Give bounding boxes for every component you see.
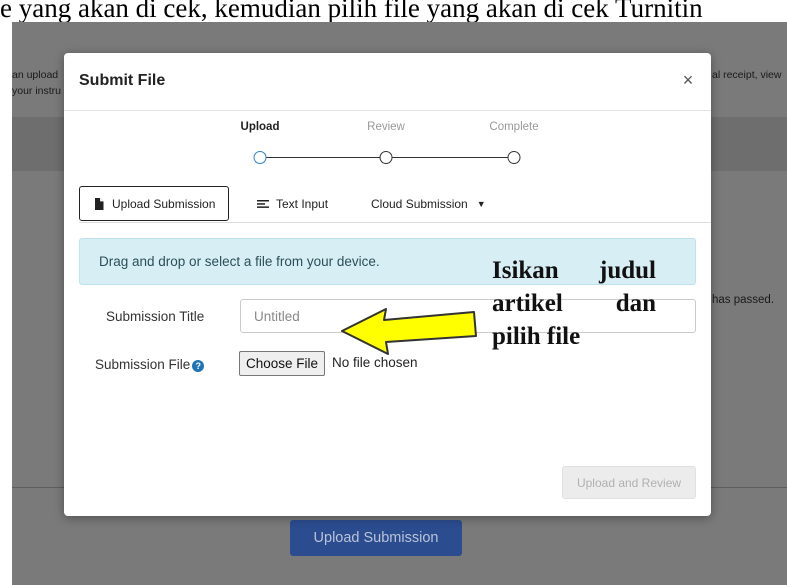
annotation-word: judul <box>599 257 656 284</box>
chevron-down-icon: ▼ <box>476 198 486 209</box>
submission-title-label: Submission Title <box>106 309 205 324</box>
tab-text-input[interactable]: Text Input <box>257 186 328 221</box>
annotation-line-2: artikel dan <box>492 287 656 320</box>
align-left-icon <box>257 199 269 208</box>
background-text-right: al receipt, view <box>712 69 782 81</box>
help-icon[interactable]: ? <box>192 360 205 372</box>
close-icon[interactable]: × <box>679 71 697 89</box>
tab-upload-submission-label: Upload Submission <box>112 196 216 211</box>
no-file-chosen-text: No file chosen <box>332 355 418 370</box>
annotation-line-1: Isikan judul <box>492 254 656 287</box>
annotation-word: dan <box>615 290 656 317</box>
tab-upload-submission[interactable]: Upload Submission <box>79 186 230 221</box>
modal-title: Submit File <box>79 72 166 89</box>
choose-file-button[interactable]: Choose File <box>239 351 326 376</box>
step-review-label: Review <box>367 121 405 133</box>
upload-and-review-button[interactable]: Upload and Review <box>562 466 696 499</box>
modal-header: Submit File × <box>64 53 711 111</box>
tab-text-input-label: Text Input <box>276 196 329 211</box>
annotation-word: pilih file <box>492 323 581 350</box>
annotation-word: artikel <box>492 290 563 317</box>
step-upload-label: Upload <box>240 121 280 133</box>
step-complete-label: Complete <box>489 121 539 133</box>
submission-file-label: Submission File? <box>95 357 205 372</box>
annotation-line-3: pilih file <box>492 320 656 353</box>
submission-file-label-text: Submission File <box>95 357 191 372</box>
tab-cloud-submission-label: Cloud Submission <box>371 196 468 211</box>
step-review-dot <box>379 151 393 164</box>
annotation-word: Isikan <box>492 257 559 284</box>
step-complete-dot <box>507 151 521 164</box>
annotation-text: Isikan judul artikel dan pilih file <box>492 254 656 353</box>
tabs-divider <box>79 222 711 223</box>
background-text-left-2: your instru <box>12 85 62 97</box>
background-upload-submission-button[interactable]: Upload Submission <box>290 520 462 556</box>
background-text-right-mid: has passed. <box>712 294 775 306</box>
file-icon <box>95 197 104 210</box>
step-upload-dot <box>253 151 267 164</box>
tab-cloud-submission[interactable]: Cloud Submission ▼ <box>371 186 486 221</box>
background-text-left-1: an upload <box>12 69 59 81</box>
